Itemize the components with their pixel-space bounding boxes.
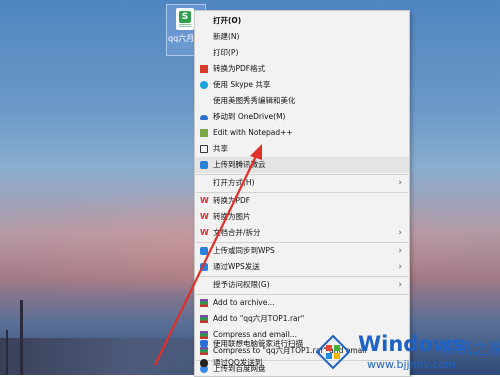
menu-item-notepadpp[interactable]: Edit with Notepad++ (195, 125, 409, 141)
menu-item-onedrive[interactable]: 移动到 OneDrive(M) (195, 109, 409, 125)
watermark-url: www.bjjmlv.com (367, 358, 456, 371)
wallpaper-tower (20, 300, 23, 375)
winrar-icon (200, 315, 208, 323)
menu-item-wps-merge-split[interactable]: W 文档合并/拆分 › (195, 225, 409, 241)
spreadsheet-file-icon: S (176, 8, 194, 30)
menu-item-new[interactable]: 新建(N) (195, 29, 409, 45)
menu-item-wps-upload[interactable]: 上传或同步到WPS › (195, 243, 409, 259)
menu-item-open-with[interactable]: 打开方式(H) › (195, 175, 409, 191)
onedrive-icon (200, 115, 208, 120)
chevron-right-icon: › (398, 228, 402, 238)
menu-item-convert-pdf-format[interactable]: 转换为PDF格式 (195, 61, 409, 77)
menu-item-weiyun[interactable]: 上传到腾讯微云 (195, 157, 409, 173)
wps-cloud-icon (200, 247, 208, 255)
menu-item-print[interactable]: 打印(P) (195, 45, 409, 61)
watermark: Windows 系统之家 www.bjjmlv.com (310, 322, 500, 375)
qq-icon (200, 359, 208, 367)
menu-item-meitu[interactable]: 使用美图秀秀编辑和美化 (195, 93, 409, 109)
chevron-right-icon: › (398, 280, 402, 290)
chevron-right-icon: › (398, 246, 402, 256)
wallpaper-tower-small (6, 330, 8, 375)
menu-item-qq-send[interactable]: 通过QQ发送到 (195, 355, 325, 371)
wps-icon: W (200, 228, 209, 237)
menu-item-share[interactable]: 共享 (195, 141, 409, 157)
windows-logo-icon (315, 334, 351, 370)
chevron-right-icon: › (398, 178, 402, 188)
menu-item-wps-send[interactable]: 通过WPS发送 › (195, 259, 409, 275)
wps-icon: W (200, 196, 209, 205)
watermark-brand-cn: 系统之家 (440, 339, 500, 358)
menu-item-add-archive[interactable]: Add to archive... (195, 295, 409, 311)
menu-item-lenovo-scan[interactable]: 使用联想电脑管家进行扫描 (195, 336, 325, 352)
menu-item-open[interactable]: 打开(O) (195, 13, 409, 29)
pdf-icon (200, 65, 208, 73)
lenovo-shield-icon (200, 340, 208, 348)
wps-icon: W (200, 212, 209, 221)
menu-item-grant-access[interactable]: 授予访问权限(G) › (195, 277, 409, 293)
menu-item-wps-convert-pdf[interactable]: W 转换为PDF (195, 193, 409, 209)
weiyun-icon (200, 161, 208, 169)
wps-send-icon (200, 263, 208, 271)
winrar-icon (200, 299, 208, 307)
skype-icon (200, 81, 208, 89)
menu-item-wps-convert-image[interactable]: W 转换为图片 (195, 209, 409, 225)
menu-item-skype-share[interactable]: 使用 Skype 共享 (195, 77, 409, 93)
chevron-right-icon: › (398, 262, 402, 272)
share-icon (200, 145, 208, 153)
notepad-icon (200, 129, 208, 137)
